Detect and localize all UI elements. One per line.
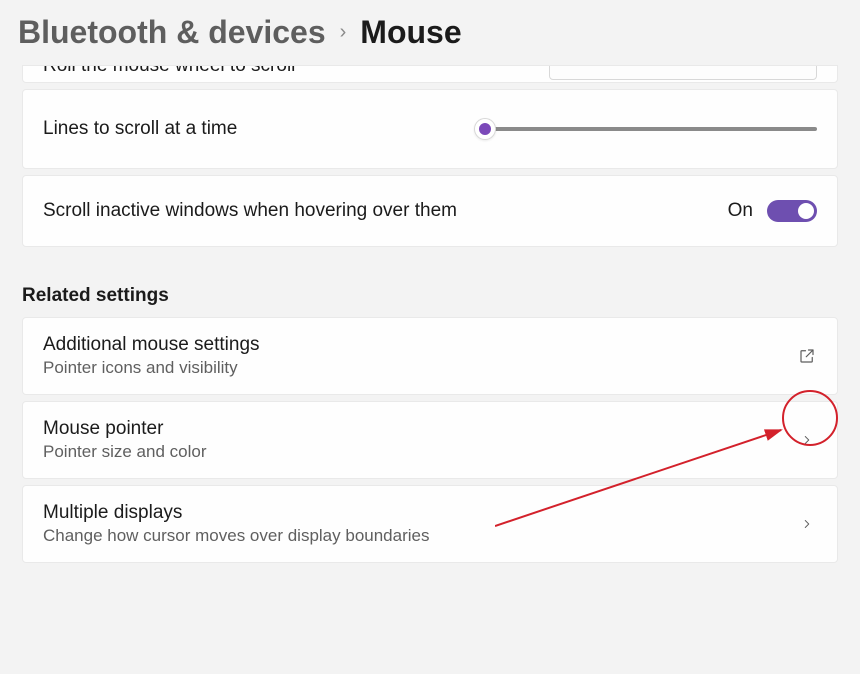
link-title: Additional mouse settings: [43, 334, 260, 356]
lines-to-scroll-slider[interactable]: [481, 127, 817, 131]
link-subtitle: Change how cursor moves over display bou…: [43, 526, 429, 546]
lines-to-scroll-label: Lines to scroll at a time: [43, 118, 237, 140]
mouse-pointer-link[interactable]: Mouse pointer Pointer size and color: [22, 401, 838, 479]
slider-thumb-icon[interactable]: [474, 118, 496, 140]
chevron-right-icon: [797, 430, 817, 450]
scroll-inactive-toggle[interactable]: [767, 200, 817, 222]
roll-wheel-setting: Roll the mouse wheel to scroll: [22, 65, 838, 83]
breadcrumb-parent[interactable]: Bluetooth & devices: [18, 14, 326, 51]
chevron-right-icon: ›: [340, 21, 347, 44]
link-title: Multiple displays: [43, 502, 429, 524]
breadcrumb-current: Mouse: [360, 14, 461, 51]
breadcrumb: Bluetooth & devices › Mouse: [0, 0, 860, 65]
multiple-displays-link[interactable]: Multiple displays Change how cursor move…: [22, 485, 838, 563]
lines-to-scroll-setting: Lines to scroll at a time: [22, 89, 838, 169]
external-link-icon: [797, 346, 817, 366]
scroll-inactive-label: Scroll inactive windows when hovering ov…: [43, 200, 457, 222]
link-subtitle: Pointer size and color: [43, 442, 206, 462]
chevron-right-icon: [797, 514, 817, 534]
scroll-inactive-setting: Scroll inactive windows when hovering ov…: [22, 175, 838, 247]
link-title: Mouse pointer: [43, 418, 206, 440]
roll-wheel-label: Roll the mouse wheel to scroll: [43, 65, 295, 77]
roll-wheel-select[interactable]: [549, 65, 817, 80]
scroll-inactive-state: On: [728, 200, 753, 222]
additional-mouse-settings-link[interactable]: Additional mouse settings Pointer icons …: [22, 317, 838, 395]
related-settings-header: Related settings: [22, 285, 838, 307]
link-subtitle: Pointer icons and visibility: [43, 358, 260, 378]
